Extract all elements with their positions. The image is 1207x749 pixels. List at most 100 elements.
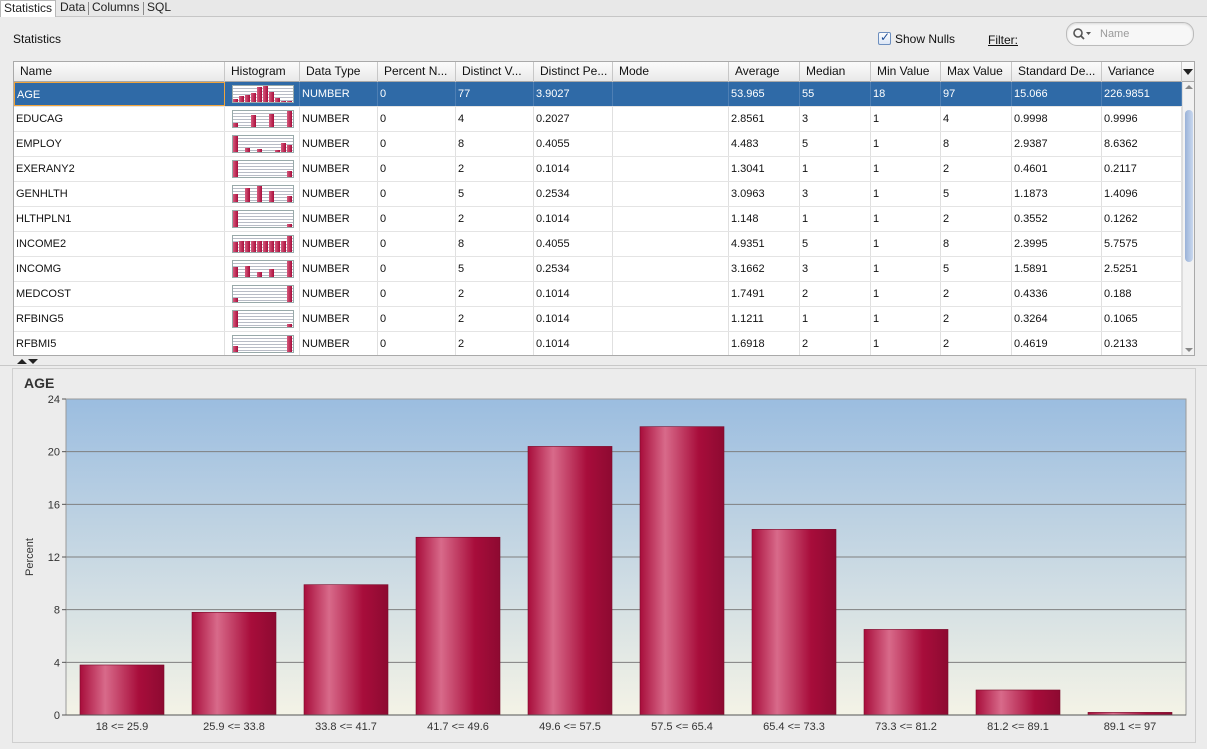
histogram-bar	[191, 612, 277, 716]
histogram-bar	[639, 426, 725, 716]
column-header-histogram[interactable]: Histogram	[225, 62, 300, 82]
column-header-name[interactable]: Name	[14, 62, 225, 82]
table-row[interactable]: RFBMI5 NUMBER 0 2 0.1014 1.6918 2 1 2 0.4619 0.213…	[14, 332, 1182, 355]
scrollbar-thumb[interactable]	[1185, 110, 1193, 262]
cell-pct-null: 0	[378, 107, 456, 131]
cell-std: 0.3264	[1012, 307, 1102, 331]
cell-distinct-pct: 0.2534	[534, 257, 613, 281]
tab-columns[interactable]: Columns	[89, 0, 142, 17]
column-header-average[interactable]: Average	[729, 62, 800, 82]
filter-label: Filter:	[988, 33, 1018, 47]
table-row[interactable]: GENHLTH NUMBER 0 5 0.2534 3.0963 3 1 5 1.1873 1.40…	[14, 182, 1182, 207]
cell-avg: 3.1662	[729, 257, 800, 281]
column-header-median[interactable]: Median	[800, 62, 871, 82]
histogram-thumbnail-bar	[263, 241, 268, 252]
cell-std: 0.4601	[1012, 157, 1102, 181]
cell-mode	[613, 107, 729, 131]
histogram-thumbnail-cell	[225, 332, 300, 355]
histogram-thumbnail-bar	[257, 87, 262, 102]
cell-pct-null: 0	[378, 132, 456, 156]
tab-data[interactable]: Data	[57, 0, 88, 17]
filter-input[interactable]	[1094, 25, 1186, 43]
cell-distinct: 4	[456, 107, 534, 131]
table-row[interactable]: AGE NUMBER 0 77 3.9027 53.965 55 18 97 15.066 226.…	[14, 82, 1182, 107]
cell-variance: 0.2117	[1102, 157, 1182, 181]
column-header-percent-null[interactable]: Percent N...	[378, 62, 456, 82]
histogram-thumbnail-cell	[225, 232, 300, 256]
table-row[interactable]: INCOME2 NUMBER 0 8 0.4055 4.9351 5 1 8 2.3995 5.75…	[14, 232, 1182, 257]
cell-std: 2.3995	[1012, 232, 1102, 256]
cell-type: NUMBER	[300, 182, 378, 206]
table-row[interactable]: EMPLOY NUMBER 0 8 0.4055 4.483 5 1 8 2.9387 8.6362	[14, 132, 1182, 157]
x-tick-label: 18 <= 25.9	[96, 721, 149, 733]
cell-variance: 226.9851	[1102, 82, 1182, 106]
cell-distinct-pct: 0.1014	[534, 332, 613, 355]
histogram-thumbnail-bar	[281, 143, 286, 152]
cell-distinct-pct: 0.2027	[534, 107, 613, 131]
column-header-standard-deviation[interactable]: Standard De...	[1012, 62, 1102, 82]
expand-up-icon[interactable]	[17, 359, 27, 364]
table-row[interactable]: INCOMG NUMBER 0 5 0.2534 3.1662 3 1 5 1.5891 2.525…	[14, 257, 1182, 282]
cell-median: 1	[800, 307, 871, 331]
histogram-thumbnail-bar	[269, 191, 274, 202]
scroll-up-icon[interactable]	[1185, 85, 1193, 89]
column-header-max-value[interactable]: Max Value	[941, 62, 1012, 82]
column-chooser-icon[interactable]	[1180, 62, 1194, 82]
expand-down-icon[interactable]	[28, 359, 38, 364]
cell-avg: 3.0963	[729, 182, 800, 206]
cell-pct-null: 0	[378, 307, 456, 331]
histogram-thumbnail-bar	[287, 324, 292, 327]
histogram-thumbnail-bar	[287, 336, 292, 352]
cell-max: 5	[941, 257, 1012, 281]
cell-pct-null: 0	[378, 282, 456, 306]
cell-distinct: 5	[456, 257, 534, 281]
cell-type: NUMBER	[300, 207, 378, 231]
panel-splitter[interactable]	[0, 358, 1207, 366]
histogram-thumbnail-cell	[225, 82, 300, 106]
cell-variance: 0.1065	[1102, 307, 1182, 331]
cell-std: 1.1873	[1012, 182, 1102, 206]
cell-distinct-pct: 0.1014	[534, 157, 613, 181]
column-header-distinct-percent[interactable]: Distinct Pe...	[534, 62, 613, 82]
show-nulls-checkbox[interactable]: ✓	[878, 30, 891, 45]
histogram-thumbnail-bar	[257, 272, 262, 277]
cell-median: 5	[800, 232, 871, 256]
cell-distinct: 2	[456, 282, 534, 306]
cell-mode	[613, 157, 729, 181]
cell-min: 1	[871, 132, 941, 156]
x-tick-label: 41.7 <= 49.6	[427, 721, 489, 733]
cell-distinct: 77	[456, 82, 534, 106]
filter-search-box[interactable]	[1066, 22, 1194, 46]
cell-type: NUMBER	[300, 157, 378, 181]
x-tick-label: 81.2 <= 89.1	[987, 721, 1049, 733]
cell-pct-null: 0	[378, 232, 456, 256]
histogram-thumbnail	[232, 185, 294, 203]
table-row[interactable]: EXERANY2 NUMBER 0 2 0.1014 1.3041 1 1 2 0.4601 0.2…	[14, 157, 1182, 182]
table-row[interactable]: EDUCAG NUMBER 0 4 0.2027 2.8561 3 1 4 0.9998 0.999…	[14, 107, 1182, 132]
cell-median: 1	[800, 207, 871, 231]
cell-mode	[613, 132, 729, 156]
cell-max: 2	[941, 157, 1012, 181]
column-header-data-type[interactable]: Data Type	[300, 62, 378, 82]
cell-median: 3	[800, 107, 871, 131]
table-scrollbar[interactable]	[1182, 82, 1194, 355]
table-row[interactable]: HLTHPLN1 NUMBER 0 2 0.1014 1.148 1 1 2 0.3552 0.12…	[14, 207, 1182, 232]
cell-mode	[613, 182, 729, 206]
table-row[interactable]: RFBING5 NUMBER 0 2 0.1014 1.1211 1 1 2 0.3264 0.10…	[14, 307, 1182, 332]
column-header-mode[interactable]: Mode	[613, 62, 729, 82]
column-header-min-value[interactable]: Min Value	[871, 62, 941, 82]
histogram-thumbnail-bar	[269, 114, 274, 127]
tab-sql[interactable]: SQL	[144, 0, 174, 17]
cell-std: 0.9998	[1012, 107, 1102, 131]
y-tick-label: 8	[54, 605, 60, 617]
show-nulls-label[interactable]: Show Nulls	[895, 32, 955, 46]
tab-statistics[interactable]: Statistics	[0, 0, 57, 17]
cell-distinct: 2	[456, 332, 534, 355]
table-row[interactable]: MEDCOST NUMBER 0 2 0.1014 1.7491 2 1 2 0.4336 0.18…	[14, 282, 1182, 307]
scroll-down-icon[interactable]	[1185, 348, 1193, 352]
histogram-thumbnail	[232, 235, 294, 253]
column-header-distinct-values[interactable]: Distinct V...	[456, 62, 534, 82]
histogram-thumbnail	[232, 135, 294, 153]
search-icon[interactable]	[1072, 27, 1092, 41]
column-header-variance[interactable]: Variance	[1102, 62, 1182, 82]
